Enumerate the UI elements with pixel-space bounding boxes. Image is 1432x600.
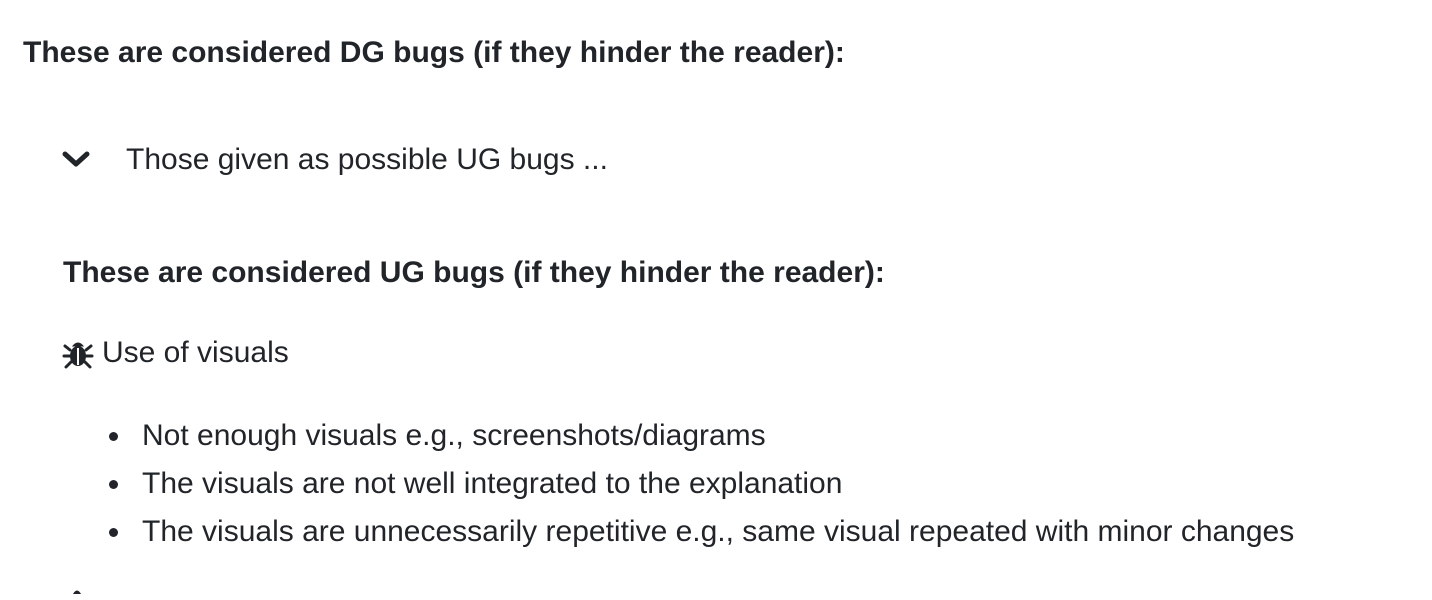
list-item: The visuals are unnecessarily repetitive… bbox=[108, 508, 1294, 556]
bug-category-label: Use of visuals bbox=[102, 336, 289, 369]
list-item: Not enough visuals e.g., screenshots/dia… bbox=[108, 412, 1294, 460]
dg-bugs-heading: These are considered DG bugs (if they hi… bbox=[23, 36, 845, 69]
list-item: The visuals are not well integrated to t… bbox=[108, 460, 1294, 508]
toggle-label: Those given as possible UG bugs ... bbox=[126, 143, 608, 176]
bug-icon bbox=[62, 342, 94, 369]
chevron-down-icon bbox=[62, 151, 90, 167]
bug-item-list: Not enough visuals e.g., screenshots/dia… bbox=[108, 412, 1294, 556]
bug-icon bbox=[73, 590, 81, 594]
bug-category-title: Use of visuals bbox=[62, 335, 289, 371]
possible-ug-bugs-toggle[interactable]: Those given as possible UG bugs ... bbox=[60, 140, 608, 180]
ug-bugs-heading: These are considered UG bugs (if they hi… bbox=[63, 256, 885, 289]
